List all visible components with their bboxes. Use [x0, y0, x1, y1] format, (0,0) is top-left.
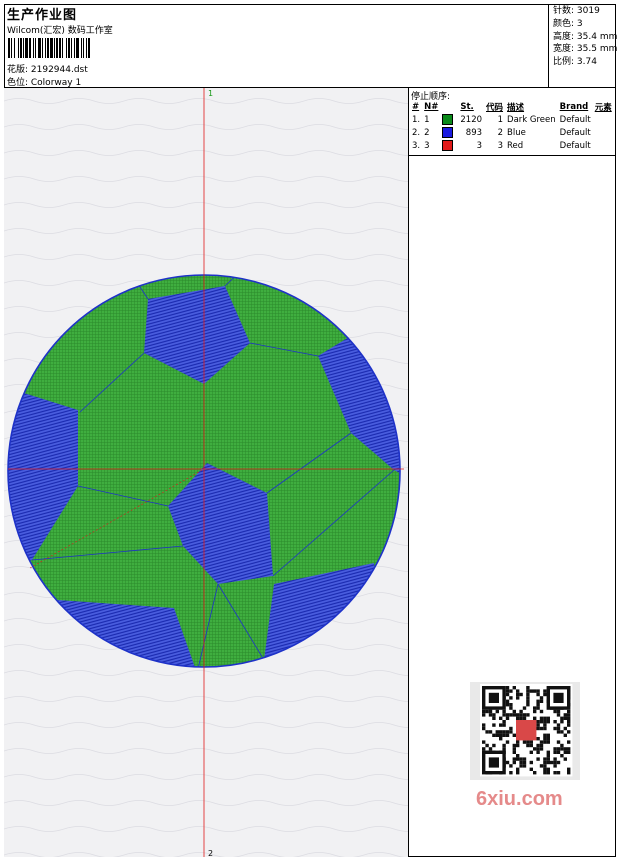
production-worksheet: 生产作业图 Wilcom(汇宏) 数码工作室 花版: 2192944.dst 色… [0, 0, 620, 861]
table-row: 2. 2 893 2 Blue Default [410, 126, 614, 139]
stat-scale: 比例: 3.74 [553, 56, 616, 69]
row-stitches: 893 [465, 127, 483, 138]
stat-value: 3019 [576, 6, 600, 16]
stat-label: 宽度: [553, 44, 575, 55]
axis-label-end: 2 [208, 849, 213, 857]
col-index: # [412, 101, 420, 112]
stat-colors: 颜色: 3 [553, 18, 616, 31]
row-code: 2 [497, 127, 504, 138]
row-stitches: 2120 [460, 114, 483, 125]
col-brand: Brand [559, 101, 589, 112]
stat-value: 35.5 mm [576, 44, 618, 55]
worksheet-title: 生产作业图 [7, 8, 78, 23]
row-element [593, 139, 614, 152]
row-element [593, 113, 614, 126]
row-brand: Default [559, 140, 591, 151]
barcode [8, 38, 144, 58]
stats-panel: 针数: 3019 颜色: 3 高度: 35.4 mm 宽度: 35.5 mm 比… [548, 4, 618, 87]
design-canvas[interactable]: 1 2 [4, 88, 409, 857]
stat-value: 3.74 [576, 57, 597, 68]
table-row: 1. 1 2120 1 Dark Green Default [410, 113, 614, 126]
table-header-row: # N# St. 代码 描述 Brand 元素 [410, 100, 614, 113]
col-stitches: St. [460, 101, 474, 112]
row-brand: Default [559, 114, 591, 125]
row-code: 1 [497, 114, 504, 125]
col-code: 代码 [486, 102, 504, 113]
row-index: 2. [412, 127, 421, 138]
header-info: 生产作业图 Wilcom(汇宏) 数码工作室 花版: 2192944.dst 色… [4, 4, 548, 88]
watermark-site: 6xiu.com [476, 788, 563, 810]
row-element [593, 126, 614, 139]
stat-label: 比例: [553, 57, 575, 68]
stat-value: 3 [576, 18, 583, 29]
design-file: 花版: 2192944.dst [7, 65, 88, 75]
color-swatch [442, 114, 454, 125]
col-element: 元素 [594, 102, 612, 113]
row-needle: 3 [424, 140, 430, 151]
row-code: 3 [497, 140, 504, 151]
row-needle: 2 [424, 127, 430, 138]
worksheet-header: 生产作业图 Wilcom(汇宏) 数码工作室 花版: 2192944.dst 色… [4, 4, 618, 88]
stop-sequence-table: # N# St. 代码 描述 Brand 元素 1. 1 2120 1 Dark… [410, 100, 614, 152]
row-needle: 1 [424, 114, 430, 125]
qr-code-icon [480, 684, 573, 777]
stat-label: 颜色: [553, 18, 575, 29]
stat-label: 高度: [553, 31, 575, 42]
row-swatch [440, 113, 458, 126]
axis-label-start: 1 [208, 89, 213, 98]
stat-height: 高度: 35.4 mm [553, 31, 618, 44]
company-name: Wilcom(汇宏) 数码工作室 [7, 26, 113, 36]
col-needle: N# [424, 101, 439, 112]
row-brand: Default [559, 127, 591, 138]
table-row: 3. 3 3 3 Red Default [410, 139, 614, 152]
color-swatch [442, 140, 454, 151]
stop-sequence-panel: 停止顺序: # N# St. 代码 描述 Brand 元素 1. 1 2120 … [409, 88, 616, 156]
row-desc: Dark Green [507, 114, 556, 125]
row-stitches: 3 [476, 140, 483, 151]
stat-width: 宽度: 35.5 mm [553, 43, 618, 56]
row-desc: Blue [507, 127, 526, 138]
color-swatch [442, 127, 454, 138]
col-swatch [440, 100, 458, 113]
stat-label: 针数: [553, 6, 575, 16]
col-desc: 描述 [507, 102, 525, 113]
colorway: 色位: Colorway 1 [7, 78, 82, 88]
stat-stitches: 针数: 3019 [553, 5, 616, 18]
embroidery-preview: 1 2 [4, 88, 408, 857]
row-index: 1. [412, 114, 421, 125]
row-desc: Red [507, 140, 524, 151]
row-index: 3. [412, 140, 421, 151]
row-swatch [440, 139, 458, 152]
qr-code[interactable] [470, 682, 580, 780]
row-swatch [440, 126, 458, 139]
stat-value: 35.4 mm [576, 31, 618, 42]
